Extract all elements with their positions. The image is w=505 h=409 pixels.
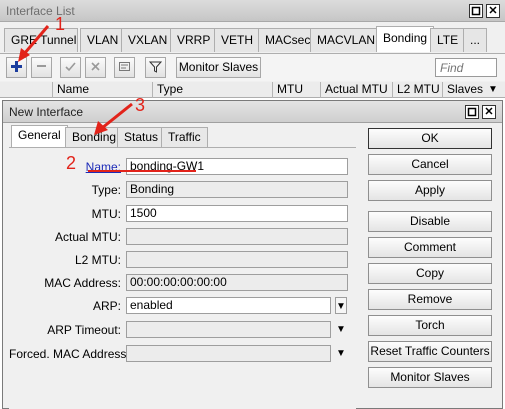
name-label: Name: bbox=[85, 160, 121, 174]
tab-vxlan[interactable]: VXLAN bbox=[121, 28, 175, 52]
tab-general[interactable]: General bbox=[11, 125, 68, 148]
cancel-button[interactable]: Cancel bbox=[368, 154, 492, 175]
tab-veth[interactable]: VETH bbox=[214, 28, 261, 52]
tab-bonding[interactable]: Bonding bbox=[376, 26, 435, 52]
actual-mtu-field bbox=[126, 228, 348, 245]
ok-button[interactable]: OK bbox=[368, 128, 492, 149]
actual-mtu-label: Actual MTU: bbox=[54, 230, 121, 244]
arp-select[interactable]: enabled bbox=[126, 297, 331, 314]
type-label: Type: bbox=[91, 183, 121, 197]
tab-vlan[interactable]: VLAN bbox=[80, 28, 126, 52]
torch-button[interactable]: Torch bbox=[368, 315, 492, 336]
copy-button[interactable]: Copy bbox=[368, 263, 492, 284]
mtu-field[interactable]: 1500 bbox=[126, 205, 348, 222]
reset-traffic-counters-button[interactable]: Reset Traffic Counters bbox=[368, 341, 492, 362]
outer-window-titlebar: Interface List ✕ bbox=[0, 0, 505, 22]
arp-timeout-label: ARP Timeout: bbox=[47, 323, 121, 337]
l2-mtu-field bbox=[126, 251, 348, 268]
tab-lte[interactable]: LTE bbox=[430, 28, 466, 52]
close-icon[interactable]: ✕ bbox=[486, 4, 500, 18]
annotation-step-3: 3 bbox=[135, 95, 146, 115]
note-icon[interactable] bbox=[114, 57, 135, 78]
forced-mac-field[interactable] bbox=[126, 345, 331, 362]
new-interface-dialog: New Interface ✕ General Bonding Status T… bbox=[2, 100, 503, 409]
l2-mtu-label: L2 MTU: bbox=[74, 253, 121, 267]
column-actual-mtu[interactable]: Actual MTU bbox=[320, 82, 392, 98]
tab-more[interactable]: ... bbox=[463, 28, 488, 52]
tab-gre-tunnel[interactable]: GRE Tunnel bbox=[4, 28, 78, 52]
interface-type-tabs: GRE Tunnel VLAN VXLAN VRRP VETH MACsec M… bbox=[0, 26, 505, 52]
apply-button[interactable]: Apply bbox=[368, 180, 492, 201]
annotation-step-2: 2 bbox=[66, 153, 77, 173]
arp-timeout-field[interactable] bbox=[126, 321, 331, 338]
arp-dropdown-icon[interactable]: ▼ bbox=[335, 297, 347, 314]
dialog-restore-icon[interactable] bbox=[465, 105, 479, 119]
monitor-slaves-toolbar-button[interactable]: Monitor Slaves bbox=[176, 57, 261, 78]
tab-status[interactable]: Status bbox=[117, 127, 166, 147]
general-form: Name: bonding-GW1 Type: Bonding MTU: 150… bbox=[9, 147, 356, 409]
remove-button[interactable]: Remove bbox=[368, 289, 492, 310]
tab-vrrp[interactable]: VRRP bbox=[170, 28, 218, 52]
tab-traffic[interactable]: Traffic bbox=[161, 127, 208, 147]
toolbar: Monitor Slaves bbox=[0, 53, 505, 81]
column-type[interactable]: Type bbox=[152, 82, 272, 98]
tab-macsec[interactable]: MACsec bbox=[258, 28, 318, 52]
x-icon[interactable] bbox=[85, 57, 106, 78]
type-field: Bonding bbox=[126, 181, 348, 198]
mtu-label: MTU: bbox=[91, 207, 121, 221]
dialog-titlebar: New Interface ✕ bbox=[3, 101, 502, 123]
name-field[interactable]: bonding-GW1 bbox=[126, 158, 348, 175]
mac-address-label: MAC Address: bbox=[44, 276, 121, 290]
forced-mac-label: Forced. MAC Address: bbox=[9, 347, 130, 361]
column-slaves[interactable]: Slaves bbox=[442, 82, 487, 98]
column-mtu[interactable]: MTU bbox=[272, 82, 320, 98]
plus-icon[interactable] bbox=[6, 57, 27, 78]
annotation-step-1: 1 bbox=[55, 14, 66, 34]
dialog-close-icon[interactable]: ✕ bbox=[482, 105, 496, 119]
check-icon[interactable] bbox=[60, 57, 81, 78]
column-chooser-icon[interactable]: ▼ bbox=[488, 84, 502, 95]
arp-label: ARP: bbox=[92, 299, 121, 313]
mac-address-field: 00:00:00:00:00:00 bbox=[126, 274, 348, 291]
disable-button[interactable]: Disable bbox=[368, 211, 492, 232]
filter-icon[interactable] bbox=[145, 57, 166, 78]
find-input[interactable] bbox=[435, 58, 497, 77]
forced-mac-expand-icon[interactable]: ▼ bbox=[335, 345, 347, 362]
interface-list-header: Name Type MTU Actual MTU L2 MTU Slaves ▼ bbox=[0, 82, 505, 98]
tab-bonding-settings[interactable]: Bonding bbox=[65, 127, 124, 147]
comment-button[interactable]: Comment bbox=[368, 237, 492, 258]
minus-icon[interactable] bbox=[31, 57, 52, 78]
dialog-title: New Interface bbox=[9, 105, 84, 119]
tab-macvlan[interactable]: MACVLAN bbox=[310, 28, 383, 52]
column-l2-mtu[interactable]: L2 MTU bbox=[392, 82, 442, 98]
monitor-slaves-button[interactable]: Monitor Slaves bbox=[368, 367, 492, 388]
restore-icon[interactable] bbox=[469, 4, 483, 18]
arp-timeout-expand-icon[interactable]: ▼ bbox=[335, 321, 347, 338]
